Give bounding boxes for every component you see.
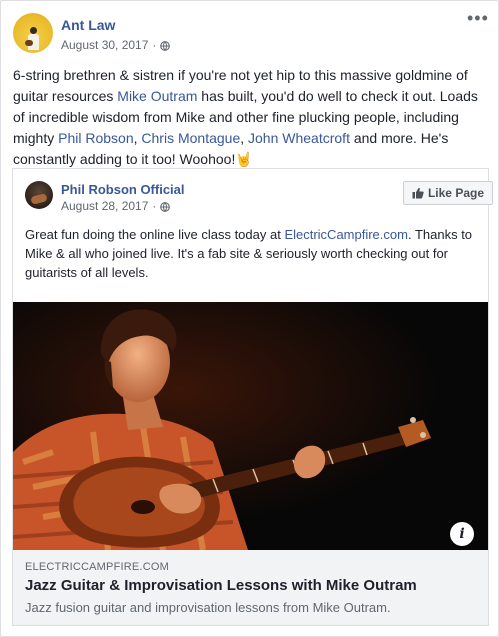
- globe-icon: [160, 40, 171, 51]
- shared-post-header: Phil Robson Official August 28, 2017 · L…: [25, 181, 493, 221]
- shared-post-text: Great fun doing the online live class to…: [25, 227, 473, 280]
- shared-page-avatar[interactable]: [25, 181, 53, 209]
- author-name[interactable]: Ant Law: [61, 17, 115, 33]
- meta-separator: ·: [152, 38, 157, 52]
- link-preview-image[interactable]: i: [13, 302, 488, 550]
- more-options-icon[interactable]: •••: [467, 9, 488, 27]
- post-card: Ant Law August 30, 2017 · ••• 6-string b…: [0, 0, 499, 637]
- like-page-button[interactable]: Like Page: [402, 181, 493, 205]
- shared-meta-separator: ·: [152, 199, 157, 213]
- mention-mike-outram[interactable]: Mike Outram: [117, 88, 197, 104]
- mention-john-wheatcroft[interactable]: John Wheatcroft: [248, 130, 350, 146]
- shared-page-name[interactable]: Phil Robson Official: [61, 182, 185, 197]
- author-avatar[interactable]: [13, 13, 53, 53]
- post-header: Ant Law August 30, 2017 · •••: [13, 9, 488, 57]
- link-preview-domain: ELECTRICCAMPFIRE.COM: [25, 561, 169, 573]
- shared-post-meta: August 28, 2017 ·: [61, 199, 171, 213]
- info-icon[interactable]: i: [450, 522, 474, 546]
- shared-post-date[interactable]: August 28, 2017: [61, 199, 148, 213]
- electric-campfire-link[interactable]: ElectricCampfire.com: [284, 227, 408, 242]
- link-preview-title[interactable]: Jazz Guitar & Improvisation Lessons with…: [25, 577, 417, 594]
- link-preview-footer[interactable]: ELECTRICCAMPFIRE.COM Jazz Guitar & Impro…: [13, 550, 488, 625]
- post-text: 6-string brethren & sistren if you're no…: [13, 67, 478, 167]
- thumbs-up-icon: [412, 187, 424, 199]
- post-date[interactable]: August 30, 2017: [61, 38, 148, 52]
- like-page-label: Like Page: [427, 186, 484, 200]
- mention-phil-robson[interactable]: Phil Robson: [58, 130, 134, 146]
- link-preview-description: Jazz fusion guitar and improvisation les…: [25, 600, 391, 615]
- mention-chris-montague[interactable]: Chris Montague: [141, 130, 240, 146]
- rock-on-emoji: 🤘: [235, 151, 253, 167]
- shared-post: Phil Robson Official August 28, 2017 · L…: [12, 168, 493, 626]
- post-meta: August 30, 2017 ·: [61, 38, 171, 52]
- globe-icon: [160, 201, 171, 212]
